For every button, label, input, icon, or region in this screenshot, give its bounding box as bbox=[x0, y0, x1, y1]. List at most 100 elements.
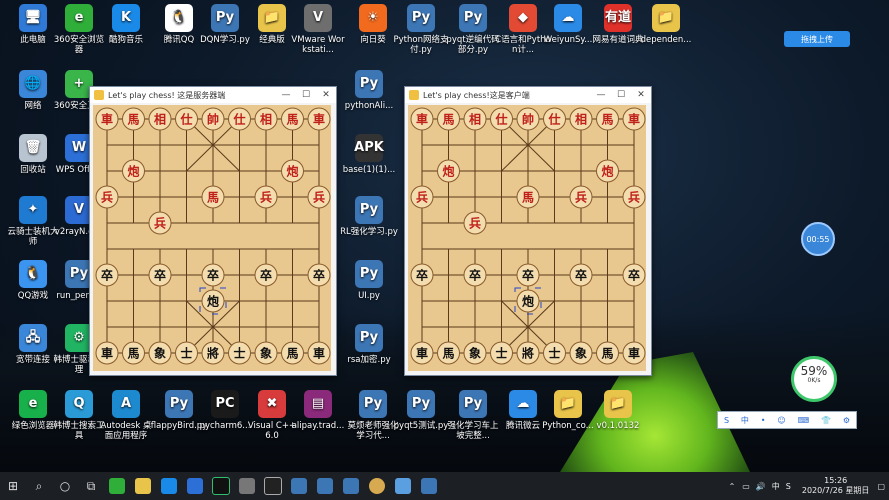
taskbar-app-terminal[interactable] bbox=[260, 472, 286, 500]
drag-upload-button[interactable]: 拖拽上传 bbox=[784, 31, 850, 47]
cortana-icon[interactable]: ○ bbox=[52, 472, 78, 500]
ime-toolbar[interactable]: S 中 • ☺ ⌨ 👕 ⚙ bbox=[717, 411, 857, 429]
ime-button[interactable]: S bbox=[724, 416, 729, 425]
desktop-icon[interactable]: Py pyqt5测试.py bbox=[392, 390, 450, 431]
svg-text:帥: 帥 bbox=[522, 112, 534, 127]
taskbar-app-python3[interactable] bbox=[338, 472, 364, 500]
app-icon: Py bbox=[355, 260, 383, 288]
taskbar-app-pycharm[interactable] bbox=[208, 472, 234, 500]
chess-piece: 馬 bbox=[516, 185, 540, 209]
desktop-icon[interactable]: APK base(1)(1)... bbox=[340, 134, 398, 175]
app-icon: Py bbox=[459, 4, 487, 32]
desktop-icon[interactable]: Py rsa加密.py bbox=[340, 324, 398, 365]
desktop-icon[interactable]: Py RL强化学习.py bbox=[340, 196, 398, 237]
svg-text:卒: 卒 bbox=[260, 268, 272, 283]
svg-text:馬: 馬 bbox=[127, 113, 139, 127]
taskbar-app-python4[interactable] bbox=[416, 472, 442, 500]
desktop-icon[interactable]: 📁 dependen... bbox=[637, 4, 695, 45]
timer-badge[interactable]: 00:55 bbox=[801, 222, 835, 256]
minimize-button[interactable]: — bbox=[276, 90, 296, 100]
desktop-icon[interactable]: Py UI.py bbox=[340, 260, 398, 301]
desktop-icon-label: VMware Workstati... bbox=[291, 35, 345, 55]
svg-text:仕: 仕 bbox=[547, 112, 560, 127]
language-indicator[interactable]: 中 bbox=[772, 481, 780, 492]
close-button[interactable]: ✕ bbox=[631, 90, 651, 100]
svg-text:馬: 馬 bbox=[601, 347, 613, 361]
start-button[interactable]: ⊞ bbox=[0, 472, 26, 500]
taskbar-app-folder[interactable] bbox=[130, 472, 156, 500]
desktop-icon[interactable]: V VMware Workstati... bbox=[289, 4, 347, 55]
app-icon: 🐧 bbox=[165, 4, 193, 32]
server-titlebar[interactable]: Let's play chess! 这是服务器端 — ☐ ✕ bbox=[90, 87, 336, 103]
svg-text:卒: 卒 bbox=[628, 268, 640, 283]
chess-piece: 士 bbox=[175, 341, 198, 365]
chess-piece: 兵 bbox=[410, 185, 434, 209]
desktop-icon-label: v0.1.0132 bbox=[596, 421, 640, 431]
notification-icon[interactable]: ▢ bbox=[877, 482, 885, 491]
ime-button[interactable]: 中 bbox=[741, 415, 749, 426]
app-icon: 📁 bbox=[554, 390, 582, 418]
network-icon[interactable]: ▭ bbox=[742, 482, 750, 491]
ime-button[interactable]: • bbox=[761, 416, 766, 425]
app-icon: Py bbox=[211, 4, 239, 32]
taskbar-app-wps[interactable] bbox=[182, 472, 208, 500]
ime-button[interactable]: ☺ bbox=[777, 416, 785, 425]
chess-piece: 象 bbox=[254, 341, 278, 365]
app-icon: ☀ bbox=[359, 4, 387, 32]
taskbar-app-screen[interactable] bbox=[390, 472, 416, 500]
chess-piece: 象 bbox=[148, 341, 172, 365]
ime-button[interactable]: ⚙ bbox=[843, 416, 850, 425]
ime-icon[interactable]: S bbox=[786, 482, 791, 491]
server-chess-window[interactable]: Let's play chess! 这是服务器端 — ☐ ✕ 車馬相仕帥仕相馬車… bbox=[89, 86, 337, 376]
chess-piece: 仕 bbox=[175, 107, 198, 131]
chess-piece: 兵 bbox=[254, 185, 278, 209]
desktop-icon[interactable]: Py Python网络支付.py bbox=[392, 4, 450, 55]
desktop-icon[interactable]: A Autodesk 桌面应用程序 bbox=[97, 390, 155, 441]
chess-piece: 卒 bbox=[307, 263, 331, 287]
maximize-button[interactable]: ☐ bbox=[296, 90, 316, 100]
chess-piece: 卒 bbox=[201, 263, 225, 287]
app-icon bbox=[94, 90, 104, 100]
taskbar-app-python1[interactable] bbox=[286, 472, 312, 500]
client-titlebar[interactable]: Let's play chess!这是客户端 — ☐ ✕ bbox=[405, 87, 651, 103]
desktop-icon[interactable]: ▤ alipay.trad... bbox=[289, 390, 347, 431]
maximize-button[interactable]: ☐ bbox=[611, 90, 631, 100]
taskbar-app-kugou[interactable] bbox=[156, 472, 182, 500]
chess-piece: 兵 bbox=[307, 185, 331, 209]
client-chess-window[interactable]: Let's play chess!这是客户端 — ☐ ✕ 車馬相仕帥仕相馬車炮炮… bbox=[404, 86, 652, 376]
chess-piece: 馬 bbox=[122, 107, 145, 131]
app-icon: APK bbox=[354, 134, 384, 162]
desktop-icon[interactable]: Py pythonAli... bbox=[340, 70, 398, 111]
desktop-icon[interactable]: K 酷狗音乐 bbox=[97, 4, 155, 45]
minimize-button[interactable]: — bbox=[591, 90, 611, 100]
chess-piece: 卒 bbox=[622, 263, 646, 287]
svg-text:車: 車 bbox=[313, 112, 325, 127]
client-chess-board[interactable]: 車馬相仕帥仕相馬車炮炮兵馬兵兵兵車馬象士將士象馬車卒卒卒卒卒炮 bbox=[408, 105, 646, 371]
taskbar-app-chess[interactable] bbox=[364, 472, 390, 500]
chess-piece: 卒 bbox=[95, 263, 119, 287]
taskbar-app-python2[interactable] bbox=[312, 472, 338, 500]
app-icon: ◆ bbox=[509, 4, 537, 32]
task-view-icon[interactable]: ⧉ bbox=[78, 472, 104, 500]
chevron-up-icon[interactable]: ⌃ bbox=[729, 482, 736, 491]
svg-text:馬: 馬 bbox=[522, 191, 534, 205]
chess-piece: 炮 bbox=[122, 159, 145, 183]
chess-piece: 相 bbox=[254, 107, 278, 131]
desktop-icon-label: alipay.trad... bbox=[291, 421, 345, 431]
chess-piece: 炮 bbox=[201, 289, 225, 313]
clock[interactable]: 15:26 2020/7/26 星期日 bbox=[802, 476, 870, 496]
network-monitor[interactable]: 59% 0K/s bbox=[791, 356, 837, 402]
volume-icon[interactable]: 🔊 bbox=[756, 482, 766, 491]
desktop-icon[interactable]: 📁 v0.1.0132 bbox=[589, 390, 647, 431]
chess-piece: 馬 bbox=[437, 341, 460, 365]
search-icon[interactable]: ⌕ bbox=[26, 472, 52, 500]
ime-button[interactable]: 👕 bbox=[821, 416, 831, 425]
taskbar-app-browser[interactable] bbox=[104, 472, 130, 500]
taskbar-app-monitor[interactable] bbox=[234, 472, 260, 500]
server-chess-board[interactable]: 車馬相仕帥仕相馬車炮炮兵馬兵兵兵車馬象士將士象馬車卒卒卒卒卒炮 bbox=[93, 105, 331, 371]
close-button[interactable]: ✕ bbox=[316, 90, 336, 100]
desktop-icon-label: RL强化学习.py bbox=[340, 227, 398, 237]
svg-text:車: 車 bbox=[101, 346, 113, 361]
ime-button[interactable]: ⌨ bbox=[798, 416, 810, 425]
svg-text:象: 象 bbox=[154, 346, 166, 361]
